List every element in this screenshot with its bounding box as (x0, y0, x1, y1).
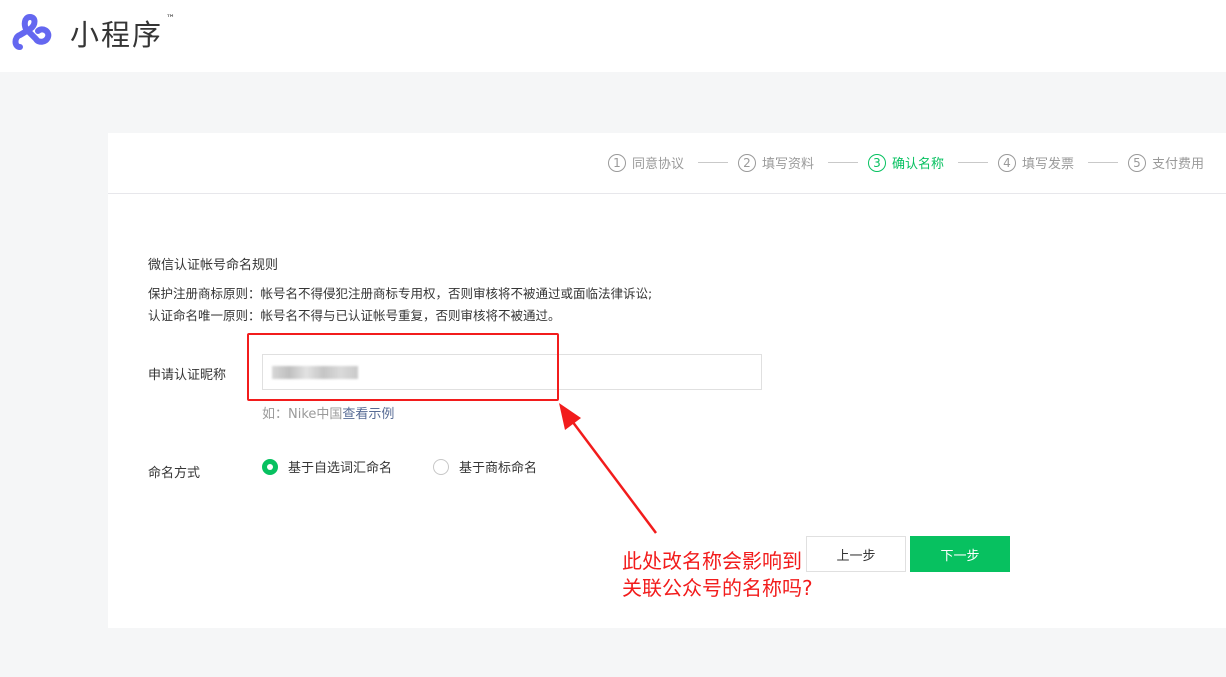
annotation-arrow-icon (559, 403, 657, 534)
annotation-text: 此处改名称会影响到 关联公众号的名称吗? (622, 548, 813, 602)
annotation-line-1: 此处改名称会影响到 (622, 549, 802, 573)
annotation-line-2: 关联公众号的名称吗? (622, 576, 813, 600)
